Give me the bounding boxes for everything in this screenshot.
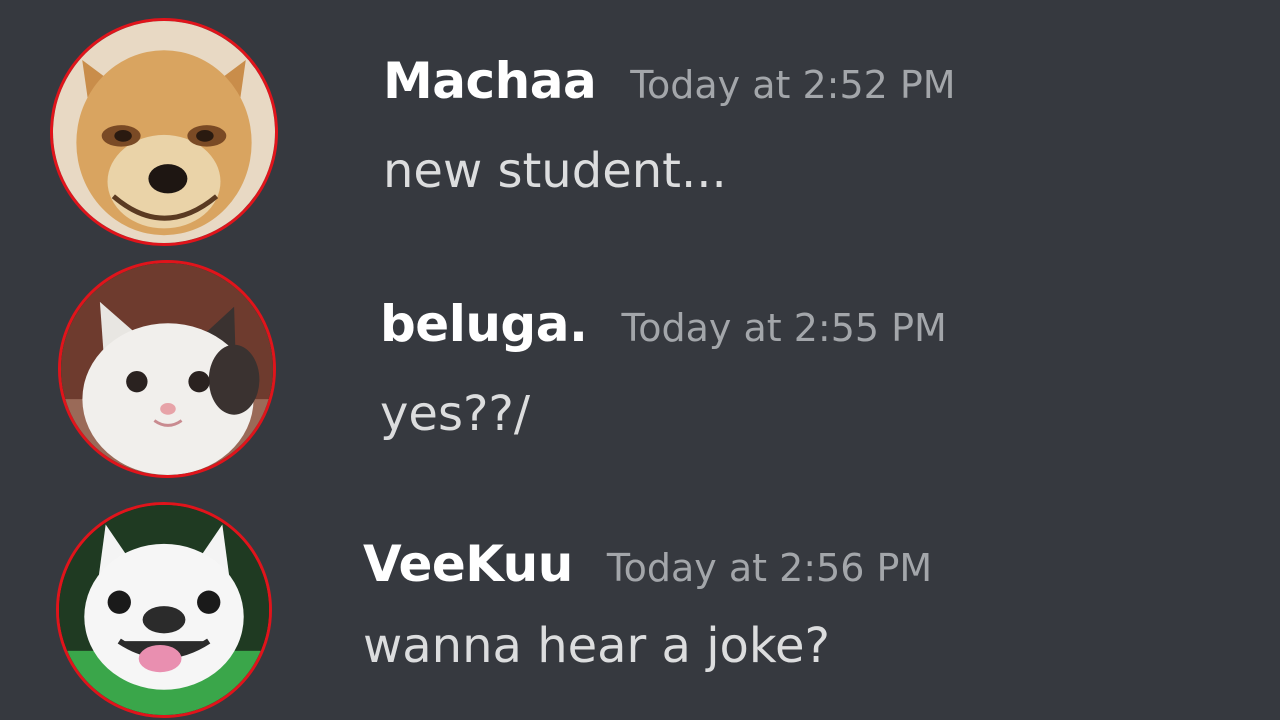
message-item: VeeKuu Today at 2:56 PM wanna hear a jok… <box>0 490 1280 720</box>
timestamp: Today at 2:55 PM <box>621 306 947 350</box>
timestamp: Today at 2:52 PM <box>630 63 956 107</box>
message-text: yes??/ <box>380 386 531 442</box>
chat-message-list: Machaa Today at 2:52 PM new student... b… <box>0 0 1280 720</box>
timestamp: Today at 2:56 PM <box>606 546 933 590</box>
french-bulldog-avatar <box>59 505 269 715</box>
message-item: beluga. Today at 2:55 PM yes??/ <box>0 250 1280 490</box>
message-text: new student... <box>383 143 727 199</box>
beluga-cat-avatar <box>61 263 273 475</box>
username[interactable]: beluga. <box>380 295 588 353</box>
avatar[interactable] <box>56 502 272 718</box>
avatar[interactable] <box>58 260 276 478</box>
message-text: wanna hear a joke? <box>363 618 831 674</box>
username[interactable]: VeeKuu <box>363 535 573 593</box>
smiling-chihuahua-avatar <box>53 21 275 243</box>
username[interactable]: Machaa <box>383 52 597 110</box>
avatar[interactable] <box>50 18 278 246</box>
message-item: Machaa Today at 2:52 PM new student... <box>0 0 1280 250</box>
